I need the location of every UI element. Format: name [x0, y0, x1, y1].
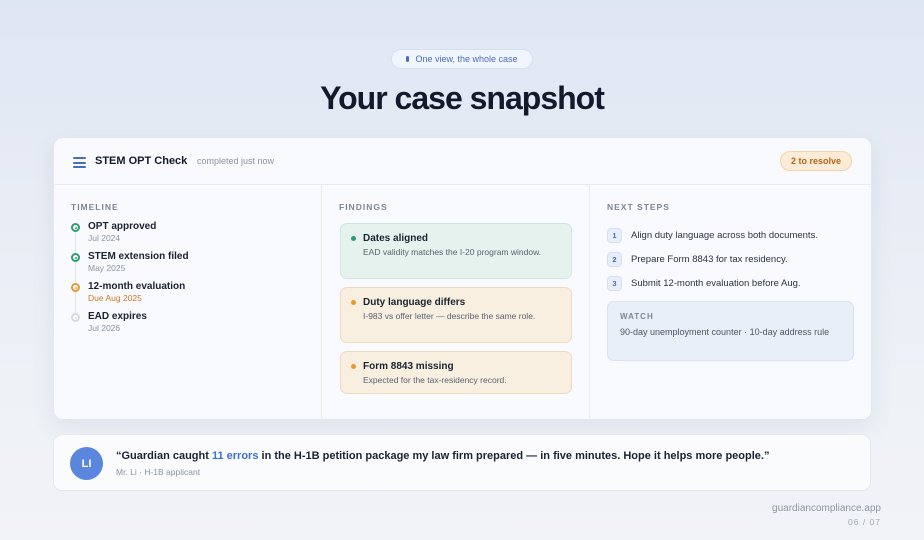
- findings-column: FINDINGS Dates aligned EAD validity matc…: [322, 185, 590, 420]
- timeline-item-name: STEM extension filed: [88, 251, 189, 262]
- sparkle-icon: [406, 56, 410, 62]
- next-step-item[interactable]: 3 Submit 12-month evaluation before Aug.: [607, 271, 857, 295]
- timeline-item-name: OPT approved: [88, 221, 157, 232]
- timeline-list: OPT approved Jul 2024 STEM extension fil…: [71, 221, 189, 341]
- finding-description: EAD validity matches the I-20 program wi…: [363, 247, 542, 257]
- watch-text: 90-day unemployment counter · 10-day add…: [620, 327, 830, 337]
- findings-heading: FINDINGS: [339, 202, 388, 212]
- finding-card[interactable]: Form 8843 missing Expected for the tax-r…: [340, 351, 572, 394]
- resolve-badge[interactable]: 2 to resolve: [780, 151, 852, 171]
- quote-text-start: “Guardian caught: [116, 450, 212, 462]
- testimonial-author: Mr. Li · H-1B applicant: [116, 467, 201, 477]
- watch-box: WATCH 90-day unemployment counter · 10-d…: [607, 301, 854, 361]
- step-number: 3: [607, 275, 622, 291]
- quote-text-end: in the H-1B petition package my law firm…: [258, 450, 770, 462]
- timeline-item-date: May 2025: [88, 263, 126, 273]
- step-text: Prepare Form 8843 for tax residency.: [631, 253, 788, 265]
- status-due-icon: [71, 283, 80, 292]
- check-title: STEM OPT Check: [95, 155, 188, 167]
- finding-title: Form 8843 missing: [363, 361, 454, 372]
- timeline-item-date: Jul 2026: [88, 323, 121, 333]
- footer-url[interactable]: guardiancompliance.app: [772, 503, 881, 514]
- finding-card[interactable]: Duty language differs I-983 vs offer let…: [340, 287, 572, 343]
- next-steps-column: NEXT STEPS 1 Align duty language across …: [590, 185, 873, 420]
- status-done-icon: [71, 223, 80, 232]
- warning-dot-icon: [351, 300, 356, 305]
- next-step-item[interactable]: 1 Align duty language across both docume…: [607, 223, 857, 247]
- status-future-icon: [71, 313, 80, 322]
- finding-description: I-983 vs offer letter — describe the sam…: [363, 311, 536, 321]
- eyebrow-pill: One view, the whole case: [391, 49, 533, 69]
- next-steps-heading: NEXT STEPS: [607, 202, 670, 212]
- ok-dot-icon: [351, 236, 356, 241]
- watch-heading: WATCH: [620, 312, 654, 321]
- timeline-item-name: EAD expires: [88, 311, 147, 322]
- next-step-item[interactable]: 2 Prepare Form 8843 for tax residency.: [607, 247, 857, 271]
- case-snapshot-card: STEM OPT Check completed just now 2 to r…: [53, 137, 872, 420]
- finding-title: Duty language differs: [363, 297, 466, 308]
- timeline-item: STEM extension filed May 2025: [71, 251, 189, 281]
- finding-description: Expected for the tax-residency record.: [363, 375, 507, 385]
- step-text: Align duty language across both document…: [631, 229, 818, 241]
- list-icon: [73, 157, 86, 168]
- eyebrow-text: One view, the whole case: [415, 54, 518, 64]
- warning-dot-icon: [351, 364, 356, 369]
- timeline-item-date: Jul 2024: [88, 233, 121, 243]
- finding-title: Dates aligned: [363, 233, 429, 244]
- card-header: STEM OPT Check completed just now 2 to r…: [54, 138, 871, 185]
- next-steps-list: 1 Align duty language across both docume…: [607, 223, 857, 295]
- page-indicator: 06 / 07: [848, 517, 881, 527]
- timeline-column: TIMELINE OPT approved Jul 2024 STEM exte…: [54, 185, 322, 420]
- step-number: 2: [607, 251, 622, 267]
- timeline-item: OPT approved Jul 2024: [71, 221, 189, 251]
- timeline-item: 12-month evaluation Due Aug 2025: [71, 281, 189, 311]
- timeline-item: EAD expires Jul 2026: [71, 311, 189, 341]
- step-number: 1: [607, 227, 622, 243]
- quote-highlight: 11 errors: [211, 450, 259, 462]
- testimonial-card: LI “Guardian caught 11 errors in the H-1…: [53, 434, 871, 491]
- finding-card[interactable]: Dates aligned EAD validity matches the I…: [340, 223, 572, 279]
- check-subtitle: completed just now: [197, 156, 275, 166]
- page-title: Your case snapshot: [320, 80, 605, 116]
- avatar: LI: [70, 447, 103, 480]
- timeline-item-date: Due Aug 2025: [88, 293, 142, 303]
- testimonial-quote: “Guardian caught 11 errors in the H-1B p…: [116, 450, 769, 462]
- step-text: Submit 12-month evaluation before Aug.: [631, 277, 801, 289]
- status-done-icon: [71, 253, 80, 262]
- timeline-heading: TIMELINE: [71, 202, 119, 212]
- timeline-item-name: 12-month evaluation: [88, 281, 186, 292]
